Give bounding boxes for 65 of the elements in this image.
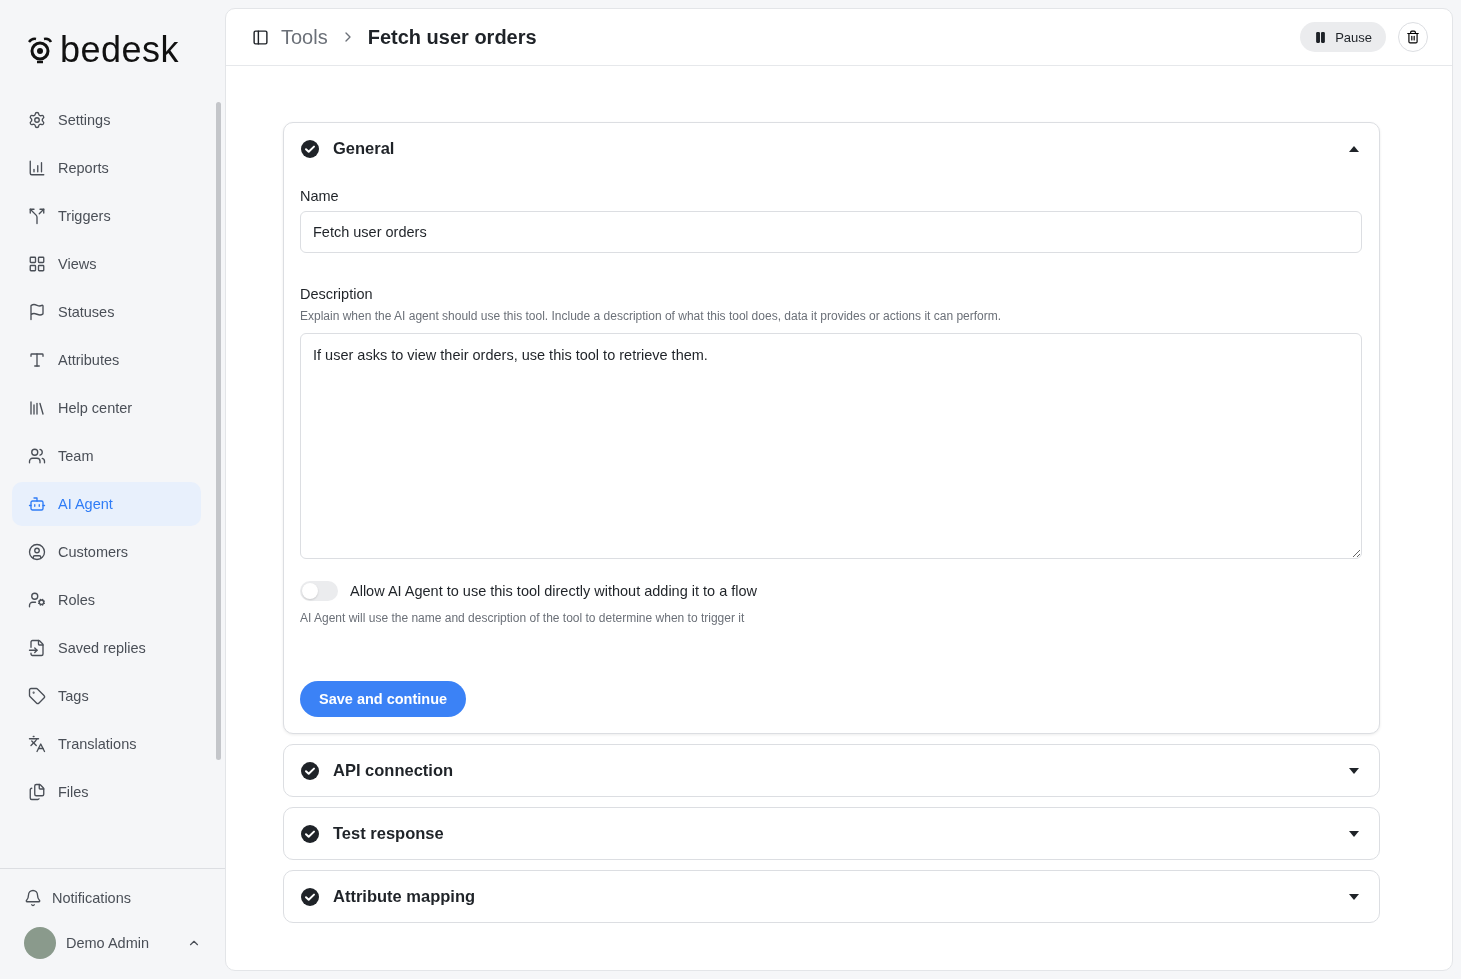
save-button[interactable]: Save and continue <box>300 681 467 717</box>
check-circle-icon <box>301 824 319 843</box>
sidebar-item[interactable]: AI Agent <box>12 482 201 526</box>
sidebar-item[interactable]: Files <box>12 770 201 814</box>
pause-icon <box>1314 30 1328 44</box>
section-title[interactable]: General <box>333 139 1335 158</box>
section-title[interactable]: Test response <box>333 824 1335 843</box>
trash-icon <box>1406 30 1420 44</box>
notifications-item[interactable]: Notifications <box>24 889 225 907</box>
sidebar-item[interactable]: Views <box>12 242 201 286</box>
caret-down-icon[interactable] <box>1349 767 1359 774</box>
caret-down-icon[interactable] <box>1349 830 1359 837</box>
settings-icon <box>28 111 46 129</box>
user-menu[interactable]: Demo Admin <box>24 927 225 959</box>
sidebar-item[interactable]: Help center <box>12 386 201 430</box>
library-icon <box>28 399 46 417</box>
sidebar-item[interactable]: Triggers <box>12 194 201 238</box>
chart-icon <box>28 159 46 177</box>
sidebar-item[interactable]: Statuses <box>12 290 201 334</box>
sidebar-item[interactable]: Roles <box>12 578 201 622</box>
toggle-label: Allow AI Agent to use this tool directly without adding it to a flow <box>350 583 758 599</box>
brand-name: bedesk <box>60 30 180 70</box>
file-icon <box>28 639 46 657</box>
users-icon <box>28 447 46 465</box>
toggle-switch[interactable] <box>300 581 338 601</box>
section-title[interactable]: API connection <box>333 761 1335 780</box>
flag-icon <box>28 303 46 321</box>
page-title: Fetch user orders <box>367 25 537 49</box>
logo-icon <box>26 36 54 66</box>
delete-button[interactable] <box>1398 22 1428 52</box>
sidebar-item[interactable]: Attributes <box>12 338 201 382</box>
check-circle-icon <box>301 139 319 158</box>
tag-icon <box>28 687 46 705</box>
sidebar-item[interactable]: Reports <box>12 146 201 190</box>
breadcrumb-link[interactable]: Tools <box>281 25 328 49</box>
user-gear-icon <box>28 591 46 609</box>
bell-icon <box>24 889 42 907</box>
split-icon <box>28 207 46 225</box>
field-label: Description <box>300 286 374 302</box>
sidebar-toggle-icon[interactable] <box>252 28 269 46</box>
files-icon <box>28 783 46 801</box>
sidebar-item[interactable]: Saved replies <box>12 626 201 670</box>
toggle-hint: AI Agent will use the name and description of the tool to determine when to trigger it <box>300 611 746 625</box>
robot-icon <box>28 495 46 513</box>
description-textarea[interactable]: If user asks to view their orders, use this tool to retrieve them. <box>300 333 1362 559</box>
sidebar-item[interactable]: Customers <box>12 530 201 574</box>
avatar <box>24 927 56 959</box>
section-title[interactable]: Attribute mapping <box>333 887 1335 906</box>
user-circle-icon <box>28 543 46 561</box>
name-input[interactable]: Fetch user orders <box>300 211 1362 253</box>
check-circle-icon <box>301 887 319 906</box>
sidebar-item[interactable]: Translations <box>12 722 201 766</box>
caret-down-icon[interactable] <box>1349 893 1359 900</box>
sidebar-item[interactable]: Settings <box>12 98 201 142</box>
scrollbar[interactable] <box>216 102 221 760</box>
caret-up-icon[interactable] <box>1349 145 1359 152</box>
field-label: Name <box>300 188 340 204</box>
check-circle-icon <box>301 761 319 780</box>
text-icon <box>28 351 46 369</box>
grid-icon <box>28 255 46 273</box>
pause-button[interactable]: Pause <box>1300 22 1386 52</box>
translate-icon <box>28 735 46 753</box>
sidebar-item[interactable]: Team <box>12 434 201 478</box>
sidebar-item[interactable]: Tags <box>12 674 201 718</box>
field-hint: Explain when the AI agent should use this tool. Include a description of what this tool does, data it provides or actions it can perform. <box>300 309 1003 323</box>
